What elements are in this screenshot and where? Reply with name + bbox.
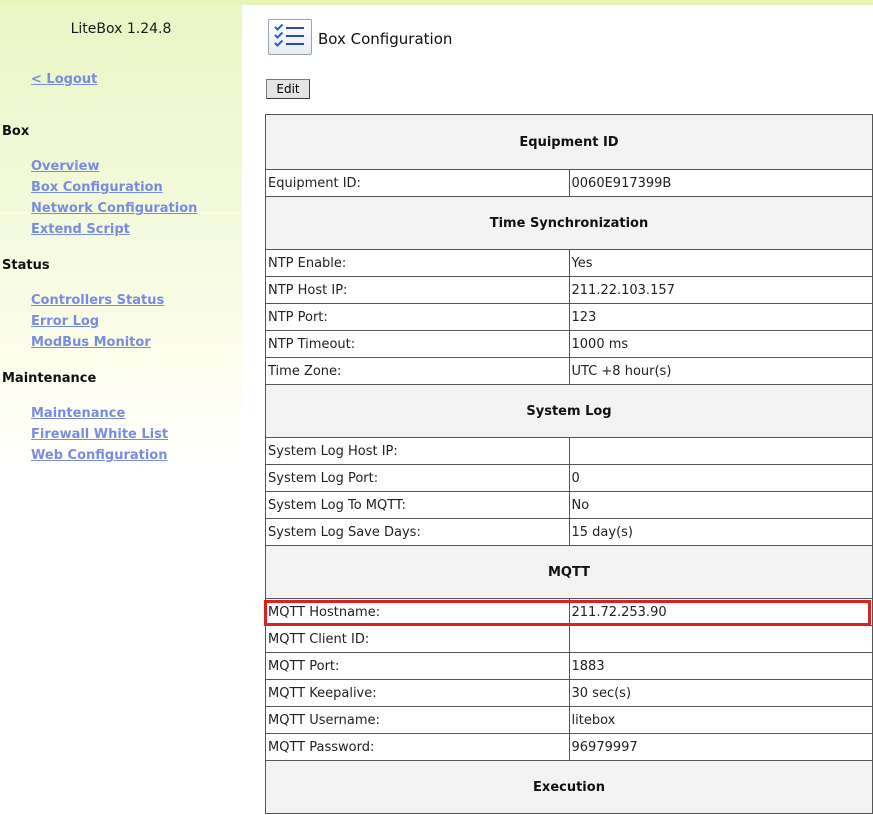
section-header-equipment: Equipment ID [265, 114, 873, 170]
field-label: NTP Timeout: [265, 330, 570, 358]
field-value: 211.72.253.90 [568, 598, 873, 626]
sidebar-item-modbus-monitor[interactable]: ModBus Monitor [31, 335, 151, 350]
section-header-label: Equipment ID [265, 114, 873, 170]
section-header-system-log: System Log [265, 384, 873, 438]
field-label: System Log Save Days: [265, 518, 570, 546]
section-header-label: Time Synchronization [265, 196, 873, 250]
field-value: 123 [568, 303, 873, 331]
field-value [568, 437, 873, 465]
sidebar-item-overview[interactable]: Overview [31, 159, 100, 174]
sidebar: LiteBox 1.24.8 < Logout Box Overview Box… [0, 5, 242, 815]
field-value: 30 sec(s) [568, 679, 873, 707]
edit-button[interactable]: Edit [266, 79, 310, 99]
field-value: Yes [568, 249, 873, 277]
field-label: NTP Port: [265, 303, 570, 331]
sidebar-item-controllers-status[interactable]: Controllers Status [31, 293, 164, 308]
field-label: System Log Host IP: [265, 437, 570, 465]
field-label: MQTT Password: [265, 733, 570, 761]
field-value: 0 [568, 464, 873, 492]
field-value: 211.22.103.157 [568, 276, 873, 304]
field-value: No [568, 491, 873, 519]
table-row: NTP Host IP: 211.22.103.157 [265, 276, 873, 304]
field-value: 15 day(s) [568, 518, 873, 546]
sidebar-item-extend-script[interactable]: Extend Script [31, 222, 130, 237]
section-header-label: System Log [265, 384, 873, 438]
field-label: System Log To MQTT: [265, 491, 570, 519]
section-header-label: Execution [265, 760, 873, 814]
sidebar-item-firewall-white-list[interactable]: Firewall White List [31, 427, 168, 442]
field-label: MQTT Username: [265, 706, 570, 734]
section-header-time-sync: Time Synchronization [265, 196, 873, 250]
table-row: MQTT Keepalive: 30 sec(s) [265, 679, 873, 707]
table-row: MQTT Password: 96979997 [265, 733, 873, 761]
table-row: MQTT Client ID: [265, 625, 873, 653]
app-title: LiteBox 1.24.8 [70, 21, 172, 37]
checklist-icon [268, 19, 312, 55]
field-value: litebox [568, 706, 873, 734]
sidebar-section-status: Status [2, 258, 50, 273]
table-row: System Log Save Days: 15 day(s) [265, 518, 873, 546]
field-label: MQTT Hostname: [265, 598, 570, 626]
table-row-mqtt-hostname: MQTT Hostname: 211.72.253.90 [265, 598, 873, 626]
table-row: System Log To MQTT: No [265, 491, 873, 519]
table-row: System Log Port: 0 [265, 464, 873, 492]
logout-link[interactable]: < Logout [31, 72, 97, 87]
field-label: MQTT Port: [265, 652, 570, 680]
field-label: MQTT Keepalive: [265, 679, 570, 707]
field-value: 96979997 [568, 733, 873, 761]
page-title: Box Configuration [318, 30, 453, 48]
table-row: NTP Port: 123 [265, 303, 873, 331]
field-value [568, 625, 873, 653]
table-row: System Log Host IP: [265, 437, 873, 465]
field-value: 0060E917399B [568, 169, 873, 197]
box-configuration-table: Equipment ID Equipment ID: 0060E917399B … [265, 114, 873, 814]
field-label: NTP Enable: [265, 249, 570, 277]
sidebar-item-web-configuration[interactable]: Web Configuration [31, 448, 168, 463]
section-header-label: MQTT [265, 545, 873, 599]
field-label: Equipment ID: [265, 169, 570, 197]
sidebar-item-network-configuration[interactable]: Network Configuration [31, 201, 197, 216]
field-value: UTC +8 hour(s) [568, 357, 873, 385]
field-label: NTP Host IP: [265, 276, 570, 304]
table-row: MQTT Port: 1883 [265, 652, 873, 680]
table-row: MQTT Username: litebox [265, 706, 873, 734]
table-row: Equipment ID: 0060E917399B [265, 169, 873, 197]
field-value: 1000 ms [568, 330, 873, 358]
sidebar-item-error-log[interactable]: Error Log [31, 314, 99, 329]
sidebar-section-box: Box [2, 124, 30, 139]
table-row: NTP Enable: Yes [265, 249, 873, 277]
sidebar-item-maintenance[interactable]: Maintenance [31, 406, 125, 421]
section-header-execution: Execution [265, 760, 873, 814]
sidebar-section-maintenance: Maintenance [2, 371, 97, 386]
field-label: MQTT Client ID: [265, 625, 570, 653]
sidebar-item-box-configuration[interactable]: Box Configuration [31, 180, 163, 195]
section-header-mqtt: MQTT [265, 545, 873, 599]
field-value: 1883 [568, 652, 873, 680]
table-row: NTP Timeout: 1000 ms [265, 330, 873, 358]
field-label: Time Zone: [265, 357, 570, 385]
field-label: System Log Port: [265, 464, 570, 492]
table-row: Time Zone: UTC +8 hour(s) [265, 357, 873, 385]
